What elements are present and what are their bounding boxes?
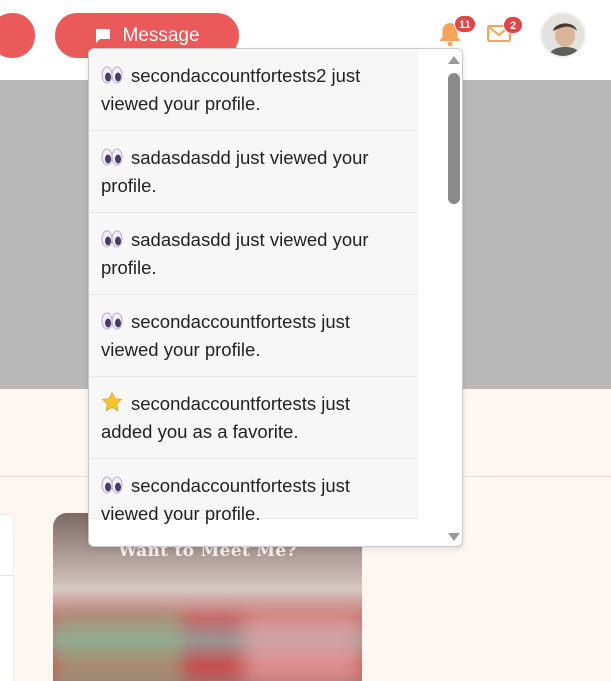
scrollbar-thumb[interactable]: [448, 73, 460, 204]
notifications-dropdown: secondaccountfortests2 just viewed your …: [88, 48, 463, 547]
avatar[interactable]: [540, 12, 586, 58]
card-image-blur: [53, 611, 183, 681]
eyes-icon: [101, 311, 123, 331]
eyes-icon: [101, 475, 123, 495]
side-card-divider: [0, 575, 14, 576]
notification-text: secondaccountfortests just viewed your p…: [101, 475, 351, 524]
action-button-partial[interactable]: [0, 13, 35, 58]
message-icon: [94, 27, 112, 45]
notification-item[interactable]: secondaccountfortests just viewed your p…: [89, 295, 418, 377]
mail-count-badge: 2: [503, 16, 523, 34]
eyes-icon: [101, 229, 123, 249]
notification-item[interactable]: secondaccountfortests2 just viewed your …: [89, 49, 418, 131]
star-icon: [101, 391, 123, 413]
side-card: [0, 514, 14, 681]
notification-item[interactable]: secondaccountfortests just viewed your p…: [89, 459, 418, 524]
scroll-down-arrow-icon[interactable]: [448, 533, 460, 541]
eyes-icon: [101, 65, 123, 85]
card-image-blur: [243, 613, 362, 681]
notification-text: sadasdasdd just viewed your profile.: [101, 147, 369, 196]
notification-count-badge: 11: [454, 15, 476, 33]
notification-text: sadasdasdd just viewed your profile.: [101, 229, 369, 278]
notification-text: secondaccountfortests just viewed your p…: [101, 311, 351, 360]
notification-list: secondaccountfortests2 just viewed your …: [89, 49, 418, 524]
messages-mail[interactable]: 2: [486, 16, 523, 48]
notification-text: secondaccountfortests just added you as …: [101, 393, 351, 442]
eyes-icon: [101, 147, 123, 167]
notifications-bell[interactable]: 11: [436, 15, 476, 50]
notification-text: secondaccountfortests2 just viewed your …: [101, 65, 361, 114]
notification-item[interactable]: sadasdasdd just viewed your profile.: [89, 131, 418, 213]
dropdown-scrollbar[interactable]: [445, 49, 462, 546]
scroll-up-arrow-icon[interactable]: [448, 56, 460, 64]
message-button-label: Message: [122, 24, 200, 46]
notification-item[interactable]: secondaccountfortests just added you as …: [89, 377, 418, 459]
notification-item[interactable]: sadasdasdd just viewed your profile.: [89, 213, 418, 295]
